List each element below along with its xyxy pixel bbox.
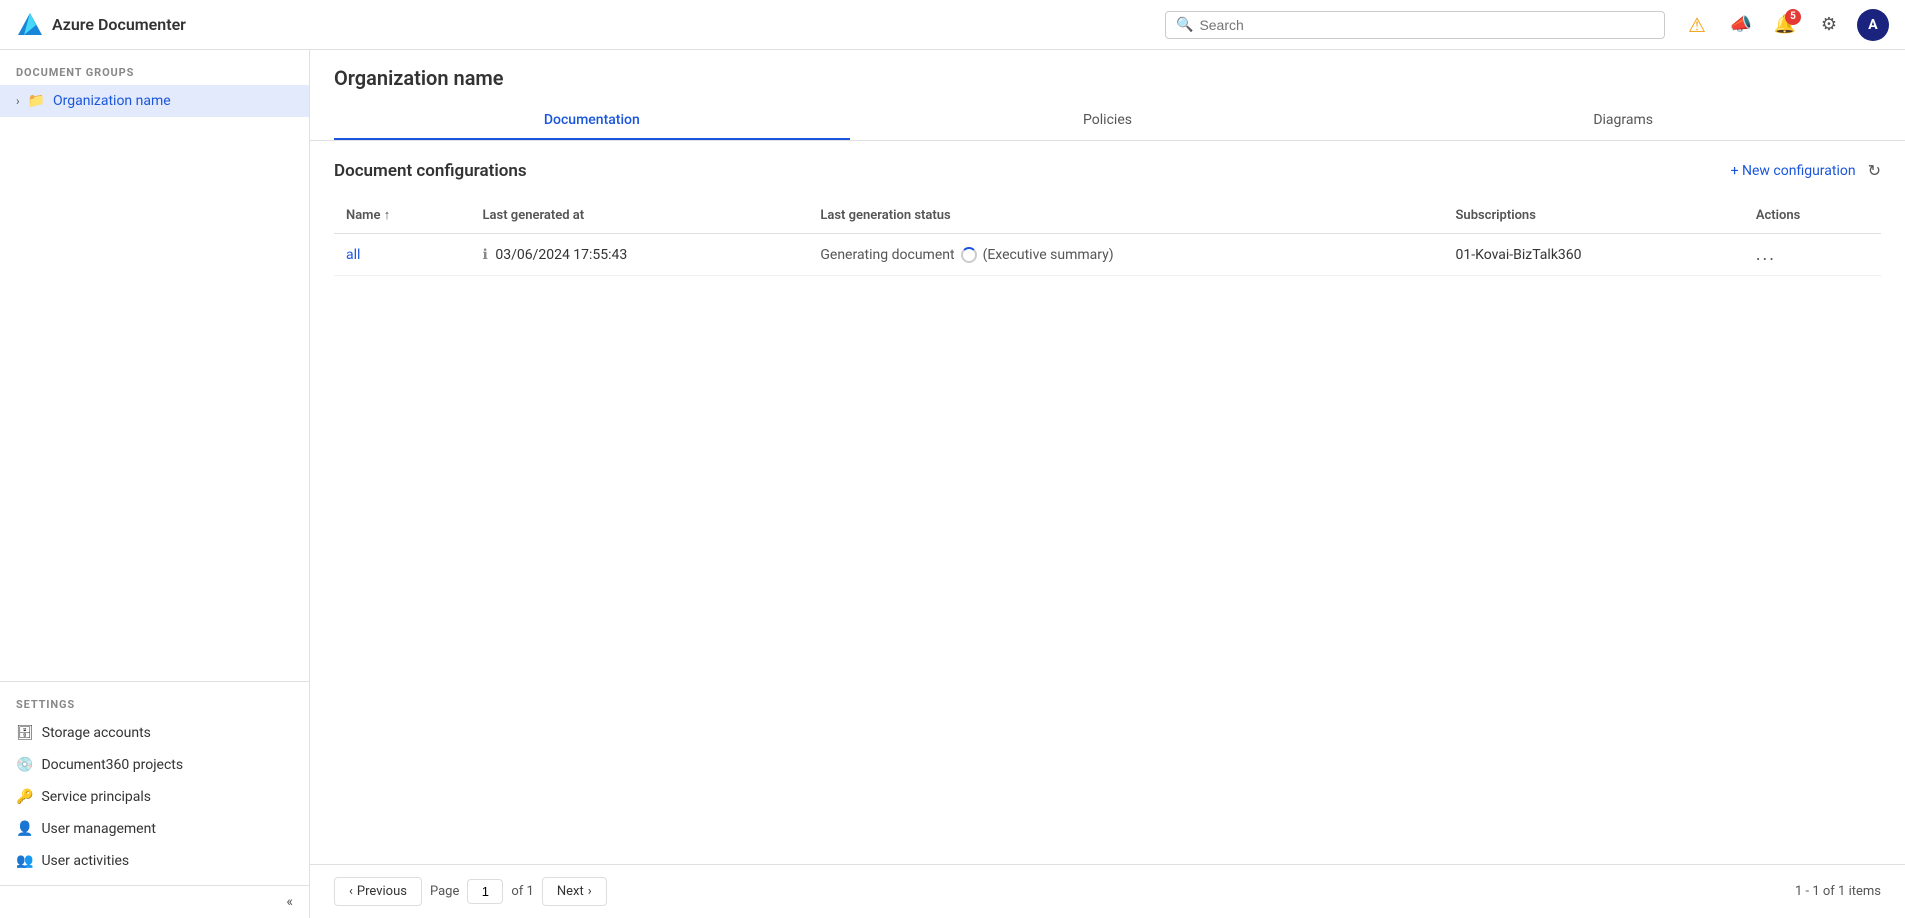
warning-icon: ⚠ [1688, 13, 1706, 37]
tab-bar: Documentation Policies Diagrams [334, 102, 1881, 140]
main-layout: DOCUMENT GROUPS › 📁 Organization name SE… [0, 50, 1905, 918]
chevron-left-icon: ‹ [349, 884, 353, 899]
document-groups-label: DOCUMENT GROUPS [0, 50, 309, 85]
pagination-controls: ‹ Previous Page of 1 Next › [334, 877, 607, 906]
cell-actions: ... [1744, 234, 1881, 276]
tab-documentation[interactable]: Documentation [334, 102, 850, 140]
info-icon[interactable]: ℹ [483, 247, 488, 263]
doc-name-link[interactable]: all [346, 247, 360, 263]
col-last-generated: Last generated at [471, 197, 809, 234]
sidebar-item-storage[interactable]: 🗄 Storage accounts [0, 717, 309, 749]
new-configuration-button[interactable]: + New configuration [1731, 163, 1856, 179]
chevron-right-icon: › [588, 884, 592, 899]
page-label: Page [430, 884, 459, 899]
search-icon: 🔍 [1176, 17, 1193, 33]
refresh-button[interactable]: ↻ [1868, 161, 1881, 181]
app-title: Azure Documenter [52, 15, 186, 34]
page-number-input[interactable] [467, 879, 503, 904]
search-input[interactable] [1199, 17, 1654, 33]
sidebar-collapse-button[interactable]: « [0, 885, 309, 918]
sidebar-item-label-useract: User activities [41, 853, 129, 869]
table-body: all ℹ 03/06/2024 17:55:43 Generating doc… [334, 234, 1881, 276]
announcements-button[interactable]: 📣 [1725, 9, 1757, 41]
content-actions: + New configuration ↻ [1731, 161, 1881, 181]
notification-badge: 5 [1785, 9, 1801, 25]
cell-last-generated: ℹ 03/06/2024 17:55:43 [471, 234, 809, 276]
avatar-initial: A [1868, 17, 1877, 33]
tab-policies[interactable]: Policies [850, 102, 1366, 140]
user-mgmt-icon: 👤 [16, 821, 33, 837]
last-generated-value: 03/06/2024 17:55:43 [495, 247, 627, 263]
document-configurations-table: Name ↑ Last generated at Last generation… [334, 197, 1881, 276]
page-title: Organization name [334, 66, 1881, 90]
sidebar-item-label-org: Organization name [53, 93, 171, 109]
main-content: Organization name Documentation Policies… [310, 50, 1905, 918]
folder-icon: 📁 [28, 93, 45, 109]
doc360-icon: 💿 [16, 757, 33, 773]
next-button[interactable]: Next › [542, 877, 607, 906]
table-header: Name ↑ Last generated at Last generation… [334, 197, 1881, 234]
cell-name: all [334, 234, 471, 276]
settings-section: SETTINGS 🗄 Storage accounts 💿 Document36… [0, 681, 309, 885]
pagination-summary: 1 - 1 of 1 items [1795, 884, 1881, 899]
sidebar-item-label-service: Service principals [41, 789, 151, 805]
sidebar-item-user-management[interactable]: 👤 User management [0, 813, 309, 845]
header-icons: ⚠ 📣 🔔 5 ⚙ A [1681, 9, 1889, 41]
status-detail: (Executive summary) [983, 247, 1114, 263]
warning-button[interactable]: ⚠ [1681, 9, 1713, 41]
settings-button[interactable]: ⚙ [1813, 9, 1845, 41]
col-subscriptions: Subscriptions [1444, 197, 1744, 234]
collapse-icon: « [286, 894, 293, 910]
table-row: all ℹ 03/06/2024 17:55:43 Generating doc… [334, 234, 1881, 276]
content-title: Document configurations [334, 161, 527, 181]
notifications-button[interactable]: 🔔 5 [1769, 9, 1801, 41]
logo-icon [16, 11, 44, 39]
search-box[interactable]: 🔍 [1165, 11, 1665, 39]
sidebar-item-org[interactable]: › 📁 Organization name [0, 85, 309, 117]
loading-spinner [961, 247, 977, 263]
sidebar-item-user-activities[interactable]: 👥 User activities [0, 845, 309, 877]
sidebar-item-label-storage: Storage accounts [42, 725, 151, 741]
chevron-right-icon: › [16, 94, 20, 108]
sidebar-item-doc360[interactable]: 💿 Document360 projects [0, 749, 309, 781]
sidebar-item-service-principals[interactable]: 🔑 Service principals [0, 781, 309, 813]
sidebar-item-label-doc360: Document360 projects [41, 757, 183, 773]
user-avatar[interactable]: A [1857, 9, 1889, 41]
sidebar-item-label-usermgmt: User management [41, 821, 155, 837]
col-name: Name ↑ [334, 197, 471, 234]
content-header: Document configurations + New configurat… [334, 161, 1881, 181]
app-header: Azure Documenter 🔍 ⚠ 📣 🔔 5 ⚙ A [0, 0, 1905, 50]
tab-diagrams[interactable]: Diagrams [1365, 102, 1881, 140]
sidebar: DOCUMENT GROUPS › 📁 Organization name SE… [0, 50, 310, 918]
of-label: of 1 [511, 884, 533, 899]
main-header: Organization name Documentation Policies… [310, 50, 1905, 141]
announcement-icon: 📣 [1730, 14, 1752, 35]
service-principal-icon: 🔑 [16, 789, 33, 805]
previous-button[interactable]: ‹ Previous [334, 877, 422, 906]
app-logo[interactable]: Azure Documenter [16, 11, 186, 39]
status-text: Generating document [820, 247, 954, 263]
refresh-icon: ↻ [1868, 163, 1881, 180]
status-container: Generating document (Executive summary) [820, 247, 1431, 263]
content-area: Document configurations + New configurat… [310, 141, 1905, 864]
row-actions-button[interactable]: ... [1756, 244, 1776, 265]
col-actions: Actions [1744, 197, 1881, 234]
subscription-value: 01-Kovai-BizTalk360 [1456, 247, 1582, 263]
gear-icon: ⚙ [1821, 14, 1837, 35]
storage-icon: 🗄 [16, 725, 34, 741]
user-activities-icon: 👥 [16, 853, 33, 869]
cell-status: Generating document (Executive summary) [808, 234, 1443, 276]
settings-label: SETTINGS [0, 682, 309, 717]
col-last-status: Last generation status [808, 197, 1443, 234]
pagination-bar: ‹ Previous Page of 1 Next › 1 - 1 of 1 i… [310, 864, 1905, 918]
cell-subscriptions: 01-Kovai-BizTalk360 [1444, 234, 1744, 276]
